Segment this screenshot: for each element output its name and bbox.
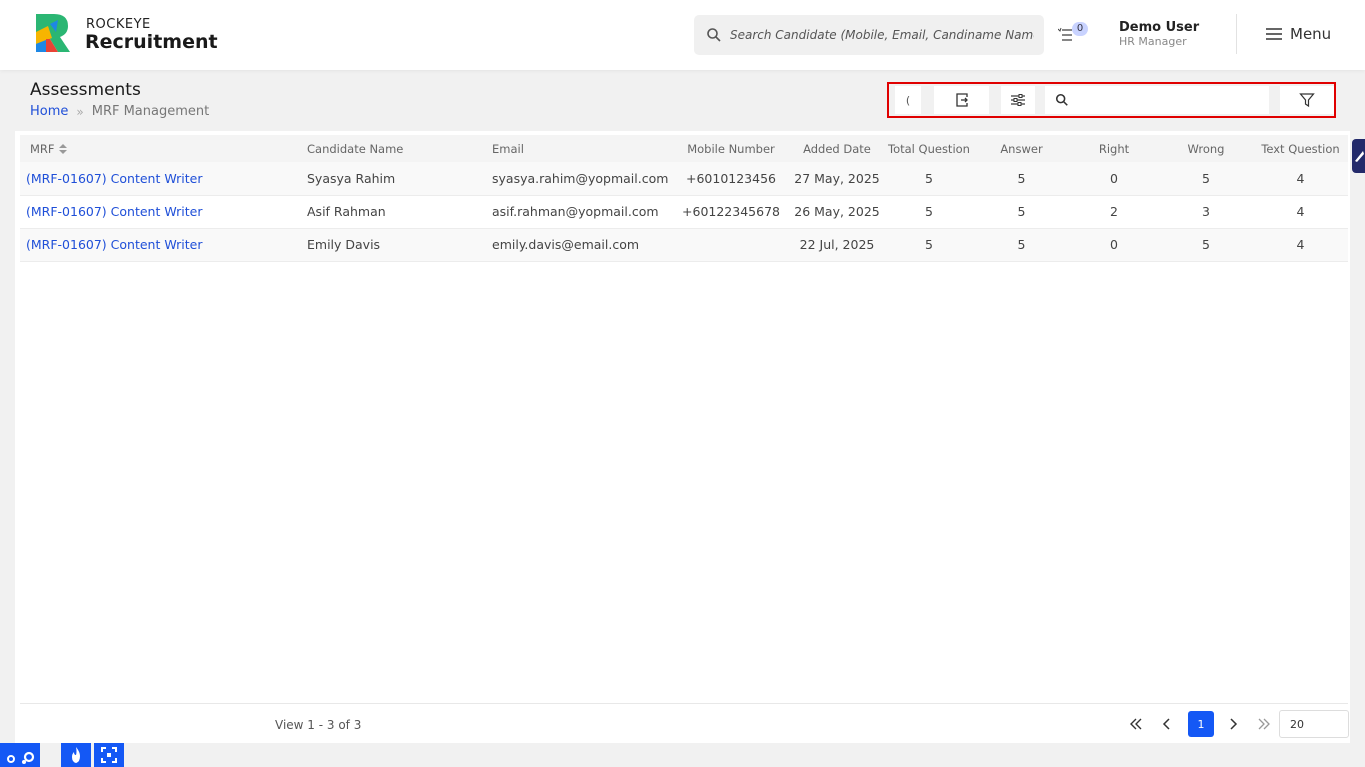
- table-row[interactable]: (MRF-01607) Content Writer Asif Rahman a…: [20, 195, 1348, 228]
- breadcrumb-home-link[interactable]: Home: [30, 104, 68, 119]
- filter-icon: [1299, 93, 1315, 108]
- filter-button[interactable]: [1280, 86, 1334, 114]
- export-icon: [955, 93, 968, 107]
- menu-label: Menu: [1290, 25, 1332, 43]
- column-header-added-date: Added Date: [803, 141, 871, 156]
- column-header-right: Right: [1098, 141, 1130, 156]
- header-divider: [1236, 14, 1237, 54]
- user-role: HR Manager: [1119, 35, 1187, 48]
- breadcrumb-current: MRF Management: [91, 104, 210, 119]
- answer-cell: 5: [1017, 237, 1026, 252]
- fullscreen-float-button[interactable]: [94, 743, 124, 767]
- total-question-cell: 5: [925, 170, 933, 186]
- chevron-left-icon: [1162, 718, 1170, 730]
- rocket-icon: [1354, 151, 1364, 162]
- right-cell: 0: [1110, 170, 1118, 186]
- mrf-link[interactable]: (MRF-01607) Content Writer: [20, 195, 297, 228]
- double-chevron-left-icon: [1130, 718, 1142, 730]
- right-cell: 0: [1110, 237, 1118, 252]
- notification-count-badge: 0: [1072, 22, 1088, 36]
- fullscreen-icon: [101, 747, 117, 763]
- double-chevron-right-icon: [1258, 718, 1270, 730]
- column-header-candidate-name: Candidate Name: [307, 141, 404, 156]
- column-header-wrong: Wrong: [1187, 141, 1225, 156]
- total-question-cell: 5: [925, 237, 933, 252]
- brand-main-text: Recruitment: [85, 31, 218, 53]
- next-page-button[interactable]: [1223, 711, 1245, 737]
- previous-page-button[interactable]: [1155, 711, 1177, 737]
- page-number-button[interactable]: 1: [1188, 711, 1214, 737]
- answer-cell: 5: [1017, 170, 1026, 186]
- mobile-cell: +6010123456: [685, 170, 776, 186]
- breadcrumb: Home » MRF Management: [30, 104, 209, 119]
- candidate-name-cell: Asif Rahman: [307, 204, 386, 219]
- wrong-cell: 3: [1202, 204, 1210, 219]
- column-settings-button[interactable]: [1001, 86, 1035, 114]
- page-size-input[interactable]: [1279, 710, 1349, 738]
- table-row[interactable]: (MRF-01607) Content Writer Syasya Rahim …: [20, 162, 1348, 195]
- column-header-answer: Answer: [1000, 141, 1043, 156]
- added-date-cell: 22 Jul, 2025: [799, 237, 875, 252]
- mrf-link[interactable]: (MRF-01607) Content Writer: [20, 228, 297, 261]
- menu-button[interactable]: Menu: [1266, 22, 1331, 46]
- record-count-text: View 1 - 3 of 3: [275, 718, 362, 732]
- added-date-cell: 26 May, 2025: [794, 204, 880, 219]
- footer-divider: [20, 703, 1348, 704]
- column-header-text-question: Text Question: [1261, 141, 1340, 156]
- mobile-cell: [672, 228, 790, 261]
- wrong-cell: 5: [1202, 237, 1210, 252]
- assessments-table: MRF Candidate Name Email Mobile Number A…: [20, 135, 1348, 262]
- first-page-button[interactable]: [1125, 711, 1147, 737]
- app-header: ROCKEYE Recruitment 0 Demo User HR Manag…: [0, 0, 1365, 70]
- user-name[interactable]: Demo User: [1119, 20, 1199, 35]
- table-toolbar: (: [887, 82, 1336, 118]
- added-date-cell: 27 May, 2025: [794, 170, 880, 186]
- hamburger-icon: [1266, 28, 1282, 40]
- brand-top-text: ROCKEYE: [86, 17, 151, 32]
- fire-icon: [72, 747, 80, 763]
- candidate-name-cell: Syasya Rahim: [307, 170, 396, 186]
- text-question-cell: 4: [1296, 204, 1305, 219]
- email-cell: syasya.rahim@yopmail.com: [492, 170, 669, 186]
- email-cell: emily.davis@email.com: [492, 237, 640, 252]
- answer-cell: 5: [1017, 204, 1026, 219]
- notification-button[interactable]: 0: [1058, 22, 1092, 46]
- gears-icon: [7, 751, 35, 764]
- mrf-link[interactable]: (MRF-01607) Content Writer: [20, 162, 297, 195]
- chevron-right-icon: [1230, 718, 1238, 730]
- total-question-cell: 5: [925, 204, 933, 219]
- toolbar-button-1-label: (: [905, 93, 911, 107]
- rockeye-logo[interactable]: [32, 12, 72, 54]
- text-question-cell: 4: [1296, 237, 1305, 252]
- settings-float-button[interactable]: [0, 743, 40, 767]
- candidate-search-input[interactable]: [730, 23, 1034, 47]
- side-panel-tab[interactable]: [1352, 139, 1365, 173]
- column-header-mobile-number: Mobile Number: [687, 141, 775, 156]
- candidate-search-box[interactable]: [694, 15, 1044, 55]
- text-question-cell: 4: [1296, 170, 1305, 186]
- table-search-box[interactable]: [1045, 86, 1269, 114]
- wrong-cell: 5: [1202, 170, 1210, 186]
- assessments-table-card: MRF Candidate Name Email Mobile Number A…: [15, 131, 1350, 743]
- page-title: Assessments: [30, 80, 141, 100]
- table-header-row: MRF Candidate Name Email Mobile Number A…: [20, 135, 1348, 162]
- column-header-mrf[interactable]: MRF: [20, 135, 297, 162]
- breadcrumb-separator: »: [76, 104, 84, 119]
- candidate-name-cell: Emily Davis: [307, 237, 381, 252]
- fire-float-button[interactable]: [61, 743, 91, 767]
- email-cell: asif.rahman@yopmail.com: [492, 204, 659, 219]
- column-header-total-question: Total Question: [888, 141, 970, 156]
- search-icon: [1055, 93, 1068, 106]
- search-icon: [707, 28, 721, 42]
- table-row[interactable]: (MRF-01607) Content Writer Emily Davis e…: [20, 228, 1348, 261]
- toolbar-button-1[interactable]: (: [895, 86, 921, 114]
- right-cell: 2: [1110, 204, 1118, 219]
- sliders-icon: [1011, 94, 1025, 106]
- mobile-cell: +60122345678: [682, 204, 780, 219]
- table-search-input[interactable]: [1077, 89, 1257, 111]
- sort-icon[interactable]: [58, 144, 67, 154]
- column-header-email: Email: [492, 141, 524, 156]
- export-button[interactable]: [934, 86, 989, 114]
- last-page-button[interactable]: [1253, 711, 1275, 737]
